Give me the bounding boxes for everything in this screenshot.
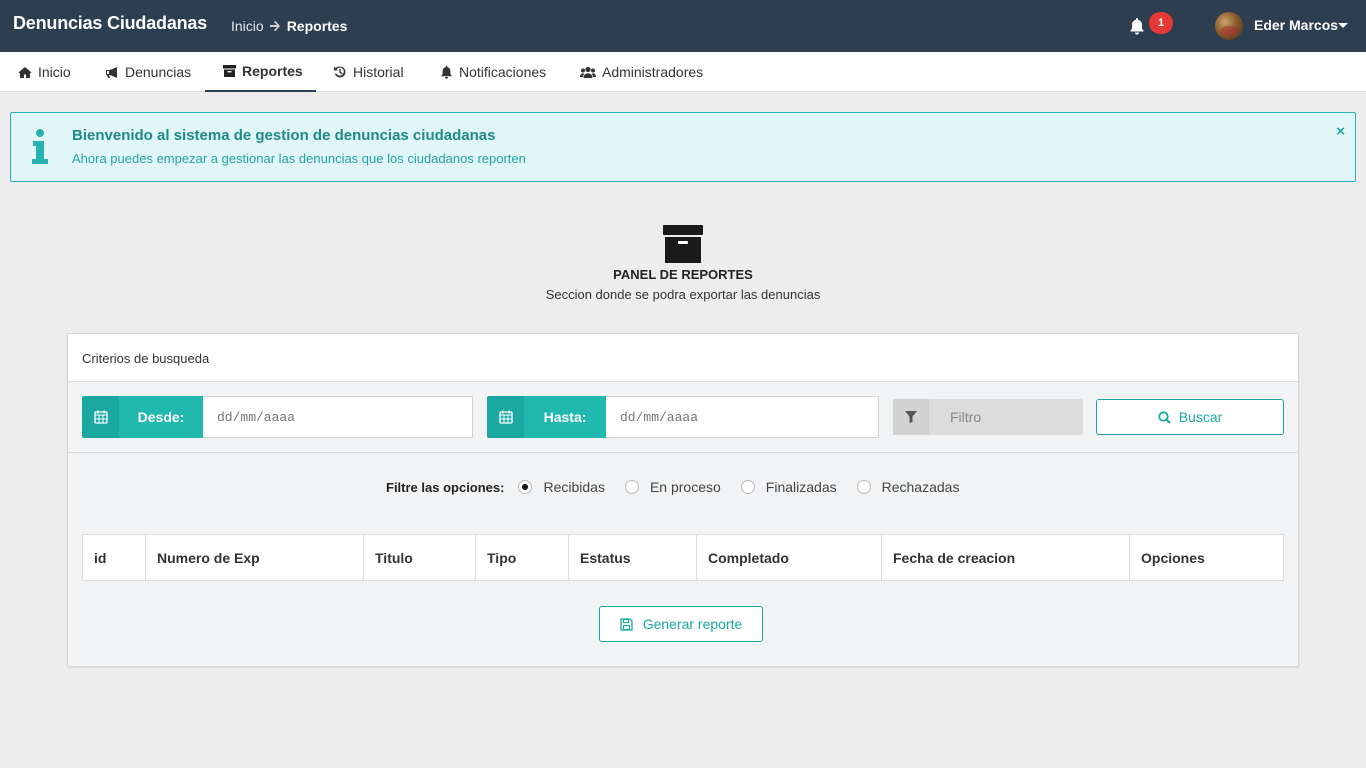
generar-reporte-label: Generar reporte	[642, 616, 743, 632]
calendar-icon	[82, 396, 119, 438]
close-icon[interactable]: ×	[1336, 123, 1345, 140]
nav-item-denuncias[interactable]: Denuncias	[104, 52, 191, 92]
column-header-id[interactable]: id	[83, 535, 146, 580]
status-filter-group: Filtre las opciones: Recibidas En proces…	[386, 479, 979, 495]
info-icon	[32, 129, 48, 164]
filtro-label: Filtro	[950, 409, 982, 425]
radio-dot[interactable]	[624, 480, 639, 494]
radio-dot[interactable]	[518, 480, 533, 494]
history-icon	[334, 66, 346, 78]
notifications-bell-icon[interactable]	[1129, 17, 1145, 35]
breadcrumb: Inicio Reportes	[231, 18, 347, 34]
search-icon	[1158, 410, 1171, 424]
nav-item-administradores[interactable]: Administradores	[580, 52, 703, 92]
radio-label: Recibidas	[543, 479, 605, 495]
radio-label: En proceso	[649, 479, 721, 495]
column-header-titulo[interactable]: Titulo	[364, 535, 476, 580]
hasta-date-group: Hasta:	[487, 396, 879, 438]
nav-item-notificaciones[interactable]: Notificaciones	[440, 52, 546, 92]
nav-item-label: Inicio	[38, 64, 71, 80]
nav-item-inicio[interactable]: Inicio	[18, 52, 71, 92]
main-nav: Inicio Denuncias Reportes Historial Noti…	[0, 52, 1366, 92]
column-header-completado[interactable]: Completado	[697, 535, 882, 580]
card-header: Criterios de busqueda	[68, 334, 1298, 382]
nav-item-label: Historial	[353, 64, 404, 80]
buscar-button[interactable]: Buscar	[1096, 399, 1284, 435]
radio-label: Finalizadas	[765, 479, 837, 495]
denuncias-table-header: id Numero de Exp Titulo Tipo Estatus Com…	[82, 534, 1284, 581]
hasta-label: Hasta:	[524, 396, 606, 438]
app-brand[interactable]: Denuncias Ciudadanas	[13, 13, 207, 34]
filtro-select[interactable]: Filtro	[893, 399, 1083, 435]
arrow-right-icon	[269, 20, 280, 32]
calendar-icon	[487, 396, 524, 438]
radio-finalizadas[interactable]: Finalizadas	[740, 479, 837, 495]
radio-en-proceso[interactable]: En proceso	[624, 479, 721, 495]
archive-icon	[223, 65, 236, 77]
hasta-date-input[interactable]	[606, 396, 879, 438]
chevron-down-icon[interactable]	[1338, 23, 1348, 28]
desde-date-input[interactable]	[203, 396, 473, 438]
divider	[68, 452, 1298, 453]
top-bar: Denuncias Ciudadanas Inicio Reportes 1 E…	[0, 0, 1366, 52]
archive-icon	[663, 225, 703, 263]
home-icon	[18, 66, 32, 78]
panel-title: PANEL DE REPORTES	[613, 267, 753, 282]
buscar-label: Buscar	[1178, 409, 1223, 425]
bullhorn-icon	[106, 66, 117, 78]
search-card: Criterios de busqueda Desde: Hasta: Filt…	[67, 333, 1299, 667]
welcome-alert: Bienvenido al sistema de gestion de denu…	[10, 112, 1356, 182]
nav-item-label: Notificaciones	[459, 64, 547, 80]
panel-subtitle: Seccion donde se podra exportar las denu…	[545, 287, 821, 302]
bell-icon	[441, 65, 452, 79]
nav-item-historial[interactable]: Historial	[333, 52, 404, 92]
nav-item-reportes[interactable]: Reportes	[205, 52, 316, 92]
filter-icon	[893, 399, 929, 435]
column-header-numero-exp[interactable]: Numero de Exp	[146, 535, 364, 580]
radio-rechazadas[interactable]: Rechazadas	[856, 479, 960, 495]
alert-text: Ahora puedes empezar a gestionar las den…	[72, 151, 526, 166]
breadcrumb-home[interactable]: Inicio	[231, 18, 264, 34]
column-header-estatus[interactable]: Estatus	[569, 535, 697, 580]
user-name[interactable]: Eder Marcos	[1254, 17, 1338, 33]
save-icon	[620, 617, 633, 631]
users-icon	[580, 66, 596, 78]
desde-date-group: Desde:	[82, 396, 473, 438]
nav-item-label: Administradores	[602, 64, 704, 80]
alert-title: Bienvenido al sistema de gestion de denu…	[72, 127, 496, 144]
column-header-fecha[interactable]: Fecha de creacion	[882, 535, 1130, 580]
filter-options-label: Filtre las opciones:	[386, 479, 505, 495]
column-header-opciones[interactable]: Opciones	[1130, 535, 1283, 580]
radio-label: Rechazadas	[881, 479, 960, 495]
nav-item-label: Denuncias	[125, 64, 192, 80]
radio-dot[interactable]	[740, 480, 755, 494]
radio-recibidas[interactable]: Recibidas	[518, 479, 605, 495]
notification-count-badge[interactable]: 1	[1149, 12, 1173, 34]
radio-dot[interactable]	[856, 480, 871, 494]
breadcrumb-current: Reportes	[286, 18, 348, 34]
desde-label: Desde:	[119, 396, 203, 438]
generar-reporte-button[interactable]: Generar reporte	[599, 606, 763, 642]
nav-item-label: Reportes	[242, 63, 303, 79]
column-header-tipo[interactable]: Tipo	[476, 535, 569, 580]
card-header-title: Criterios de busqueda	[82, 351, 210, 366]
user-avatar[interactable]	[1215, 12, 1243, 40]
